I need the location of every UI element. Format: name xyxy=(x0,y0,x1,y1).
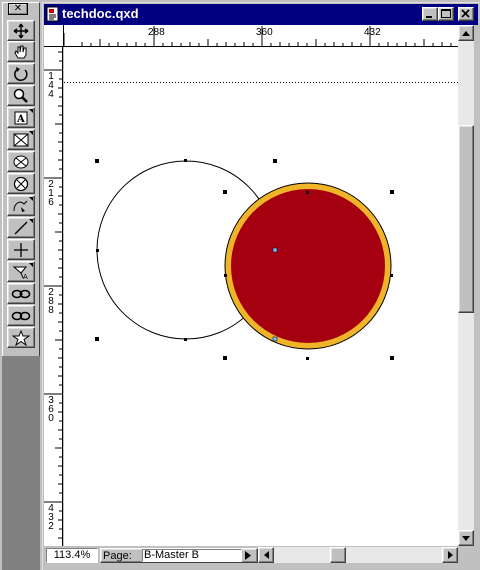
text-box-tool-icon[interactable]: A xyxy=(7,107,35,128)
ruler-label: 144 xyxy=(48,71,54,100)
resize-handle xyxy=(95,337,99,341)
popout-indicator-icon xyxy=(29,131,33,135)
red-circle-picture-box xyxy=(223,182,394,360)
close-icon: ✕ xyxy=(13,3,23,14)
close-window-button[interactable] xyxy=(458,7,474,21)
zoom-tool-icon[interactable] xyxy=(7,85,35,106)
arrow-down-icon xyxy=(462,535,470,541)
circle-picture-box-tool-icon[interactable] xyxy=(7,173,35,194)
page-canvas[interactable] xyxy=(64,47,458,546)
item-tool-icon[interactable] xyxy=(7,20,35,41)
intersection-handle xyxy=(272,247,278,253)
palette-empty-area xyxy=(2,356,40,570)
resize-handle xyxy=(306,191,309,194)
scroll-up-button[interactable] xyxy=(458,25,474,41)
intersection-handle xyxy=(272,336,278,342)
tool-list: A A xyxy=(2,20,40,356)
close-icon xyxy=(461,9,470,18)
resize-handle xyxy=(184,338,187,341)
resize-handle xyxy=(95,159,99,163)
page-indicator[interactable]: Page: B-Master B xyxy=(100,548,258,563)
orthogonal-line-tool-icon[interactable] xyxy=(7,239,35,260)
scroll-right-button[interactable] xyxy=(442,547,458,563)
ruler-origin-box[interactable] xyxy=(44,25,64,47)
ruler-label: 360 xyxy=(256,27,273,38)
resize-handle xyxy=(224,274,227,277)
unlinking-tool-icon[interactable] xyxy=(7,305,35,326)
bottom-bar: 113.4% Page: B-Master B xyxy=(44,546,474,564)
line-tool-icon[interactable] xyxy=(7,217,35,238)
page-value: B-Master B xyxy=(142,549,242,562)
horizontal-scroll-thumb[interactable] xyxy=(330,547,346,563)
arrow-left-icon xyxy=(263,551,269,559)
popout-indicator-icon xyxy=(29,197,33,201)
page-popup-icon xyxy=(245,551,251,563)
resize-handle xyxy=(223,356,227,360)
arrow-up-icon xyxy=(462,30,470,36)
ruler-label: 432 xyxy=(48,503,54,532)
ruler-label: 288 xyxy=(148,27,165,38)
ruler-label: 360 xyxy=(48,395,54,424)
window-title: techdoc.qxd xyxy=(62,6,139,21)
horizontal-ruler: 288 360 432 xyxy=(44,25,458,47)
ruler-label: 432 xyxy=(364,27,381,38)
popout-indicator-icon xyxy=(29,263,33,267)
arrow-right-icon xyxy=(447,551,453,559)
page-label: Page: xyxy=(103,550,132,562)
resize-handle xyxy=(223,190,227,194)
bezier-picture-box-tool-icon[interactable] xyxy=(7,195,35,216)
document-icon xyxy=(46,6,60,22)
resize-handle xyxy=(273,159,277,163)
svg-text:A: A xyxy=(16,114,25,125)
horizontal-scrollbar[interactable] xyxy=(258,547,458,563)
minimize-icon xyxy=(426,16,432,18)
resize-handle xyxy=(390,274,393,277)
minimize-button[interactable] xyxy=(422,7,438,21)
scroll-down-button[interactable] xyxy=(458,530,474,546)
resize-handle xyxy=(390,356,394,360)
popout-indicator-icon xyxy=(29,109,33,113)
vertical-scrollbar[interactable] xyxy=(458,25,474,546)
zoom-field[interactable]: 113.4% xyxy=(46,548,98,563)
resize-handle xyxy=(96,249,99,252)
vertical-ruler: 144 216 288 360 432 xyxy=(44,47,63,546)
linking-tool-icon[interactable] xyxy=(7,283,35,304)
oval-picture-box-tool-icon[interactable] xyxy=(7,151,35,172)
ruler-label: 288 xyxy=(48,287,54,316)
picture-box-tool-icon[interactable] xyxy=(7,129,35,150)
resize-handle xyxy=(390,190,394,194)
content-tool-icon[interactable] xyxy=(7,41,35,62)
star-tool-icon[interactable] xyxy=(7,327,35,348)
popout-indicator-icon xyxy=(29,219,33,223)
size-grip[interactable] xyxy=(458,547,474,563)
rotation-tool-icon[interactable] xyxy=(7,63,35,84)
scroll-left-button[interactable] xyxy=(258,547,274,563)
maximize-icon xyxy=(441,9,451,18)
resize-handle xyxy=(306,357,309,360)
ruler-label: 216 xyxy=(48,179,54,208)
palette-close-button[interactable]: ✕ xyxy=(8,3,28,15)
maximize-button[interactable] xyxy=(438,7,454,21)
resize-handle xyxy=(184,159,187,162)
vertical-scroll-thumb[interactable] xyxy=(458,125,474,313)
svg-text:A: A xyxy=(23,273,28,280)
text-path-tool-icon[interactable]: A xyxy=(7,261,35,282)
